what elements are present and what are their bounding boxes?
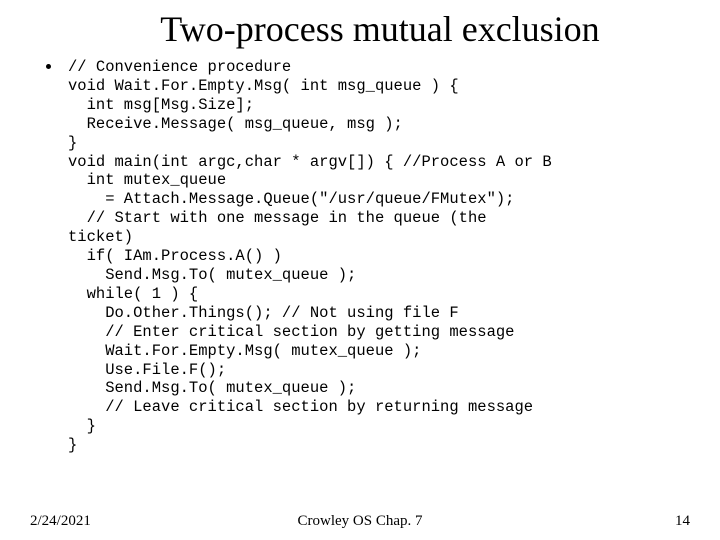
code-block: // Convenience procedure void Wait.For.E… — [68, 58, 690, 455]
content-area: // Convenience procedure void Wait.For.E… — [30, 58, 690, 455]
footer-center: Crowley OS Chap. 7 — [30, 513, 690, 530]
slide: Two-process mutual exclusion // Convenie… — [0, 0, 720, 540]
footer-page-number: 14 — [675, 513, 690, 530]
slide-title: Two-process mutual exclusion — [30, 8, 690, 50]
bullet-icon — [46, 64, 51, 69]
